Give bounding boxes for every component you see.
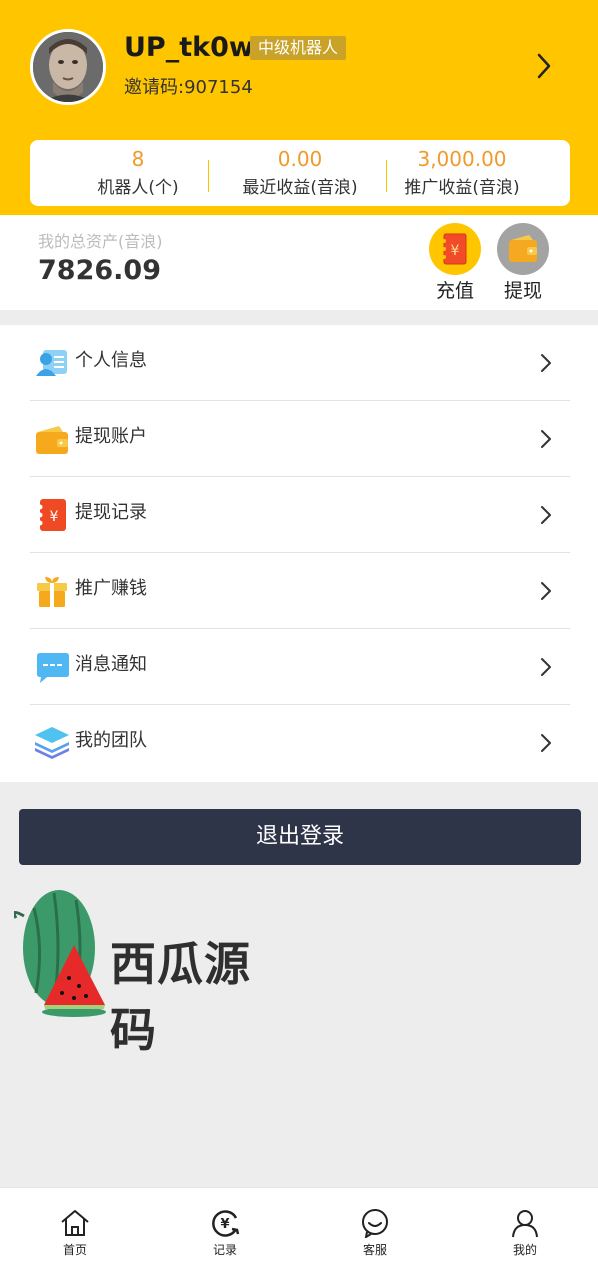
stat-label: 机器人(个): [97, 178, 179, 198]
recharge-icon: ¥: [429, 223, 481, 275]
watermelon-icon: [14, 890, 106, 1017]
chevron-right-icon: [541, 734, 551, 752]
stat-promotion-earnings: 3,000.00 推广收益(音浪): [372, 140, 552, 206]
menu-label: 推广赚钱: [75, 578, 147, 599]
svg-text:¥: ¥: [220, 1217, 229, 1232]
username: UP_tk0w: [124, 32, 254, 63]
assets-value: 7826.09: [38, 255, 161, 286]
watermark-text: 西瓜源码: [110, 937, 251, 1057]
wallet-icon: [497, 223, 549, 275]
chevron-right-icon: [541, 506, 551, 524]
service-icon: [362, 1209, 388, 1238]
stat-label: 最近收益(音浪): [242, 178, 358, 198]
withdraw-label: 提现: [503, 280, 542, 302]
svg-text:¥: ¥: [50, 509, 59, 525]
stat-value: 0.00: [277, 147, 323, 171]
menu-label: 提现记录: [75, 502, 147, 523]
divider: [208, 160, 209, 192]
chevron-right-icon[interactable]: [534, 52, 554, 80]
chevron-right-icon: [541, 658, 551, 676]
chevron-right-icon: [541, 430, 551, 448]
profile-header: UP_tk0w 中级机器人 邀请码:907154 8 机器人(个) 0.00 最…: [0, 0, 598, 215]
avatar[interactable]: [30, 29, 106, 105]
menu-label: 消息通知: [75, 654, 147, 675]
menu-label: 个人信息: [75, 350, 147, 371]
stat-robots: 8 机器人(个): [48, 140, 228, 206]
recharge-label: 充值: [435, 280, 474, 302]
menu-item-promotion[interactable]: 推广赚钱: [30, 553, 570, 629]
menu-list: 个人信息 提现账户 ¥ 提现记录 推广赚钱 消息通知 我的团队: [0, 325, 598, 782]
wallet-icon: [36, 426, 68, 454]
tab-label: 我的: [512, 1243, 537, 1257]
home-icon: [61, 1210, 89, 1236]
menu-label: 提现账户: [75, 426, 147, 447]
logout-button[interactable]: 退出登录: [19, 809, 581, 865]
tab-service[interactable]: 客服: [300, 1188, 450, 1263]
watermark-logo: 西瓜源码: [14, 888, 264, 1057]
record-icon: ¥: [212, 1210, 240, 1237]
layers-icon: [35, 727, 69, 759]
menu-item-my-team[interactable]: 我的团队: [30, 705, 570, 781]
menu-label: 我的团队: [75, 730, 147, 751]
recharge-button[interactable]: ¥ 充值: [425, 223, 485, 304]
tab-records[interactable]: ¥ 记录: [150, 1188, 300, 1263]
svg-text:¥: ¥: [451, 243, 460, 259]
stat-label: 推广收益(音浪): [404, 178, 520, 198]
id-card-icon: [36, 350, 67, 376]
stats-card: 8 机器人(个) 0.00 最近收益(音浪) 3,000.00 推广收益(音浪): [30, 140, 570, 206]
receipt-icon: ¥: [37, 499, 66, 531]
withdraw-button[interactable]: 提现: [493, 223, 553, 304]
menu-item-profile[interactable]: 个人信息: [30, 325, 570, 401]
tab-mine[interactable]: 我的: [450, 1188, 598, 1263]
assets-panel: 我的总资产(音浪) 7826.09 ¥ 充值 提现: [0, 215, 598, 310]
stat-value: 8: [131, 147, 145, 171]
assets-label: 我的总资产(音浪): [38, 232, 163, 251]
level-badge: 中级机器人: [250, 36, 347, 60]
bottom-tabbar: 首页 ¥ 记录 客服 我的: [0, 1187, 598, 1263]
menu-item-notifications[interactable]: 消息通知: [30, 629, 570, 705]
profile-icon: [512, 1210, 538, 1238]
tab-home[interactable]: 首页: [0, 1188, 150, 1263]
tab-label: 客服: [362, 1243, 387, 1257]
menu-item-withdraw-records[interactable]: ¥ 提现记录: [30, 477, 570, 553]
menu-item-withdraw-account[interactable]: 提现账户: [30, 401, 570, 477]
invite-code: 邀请码:907154: [124, 77, 253, 98]
tab-label: 记录: [212, 1243, 237, 1257]
chevron-right-icon: [541, 354, 551, 372]
message-icon: [37, 653, 69, 683]
chevron-right-icon: [541, 582, 551, 600]
stat-value: 3,000.00: [417, 147, 507, 171]
stat-recent-earnings: 0.00 最近收益(音浪): [210, 140, 390, 206]
tab-label: 首页: [62, 1243, 87, 1257]
gift-icon: [37, 577, 67, 607]
